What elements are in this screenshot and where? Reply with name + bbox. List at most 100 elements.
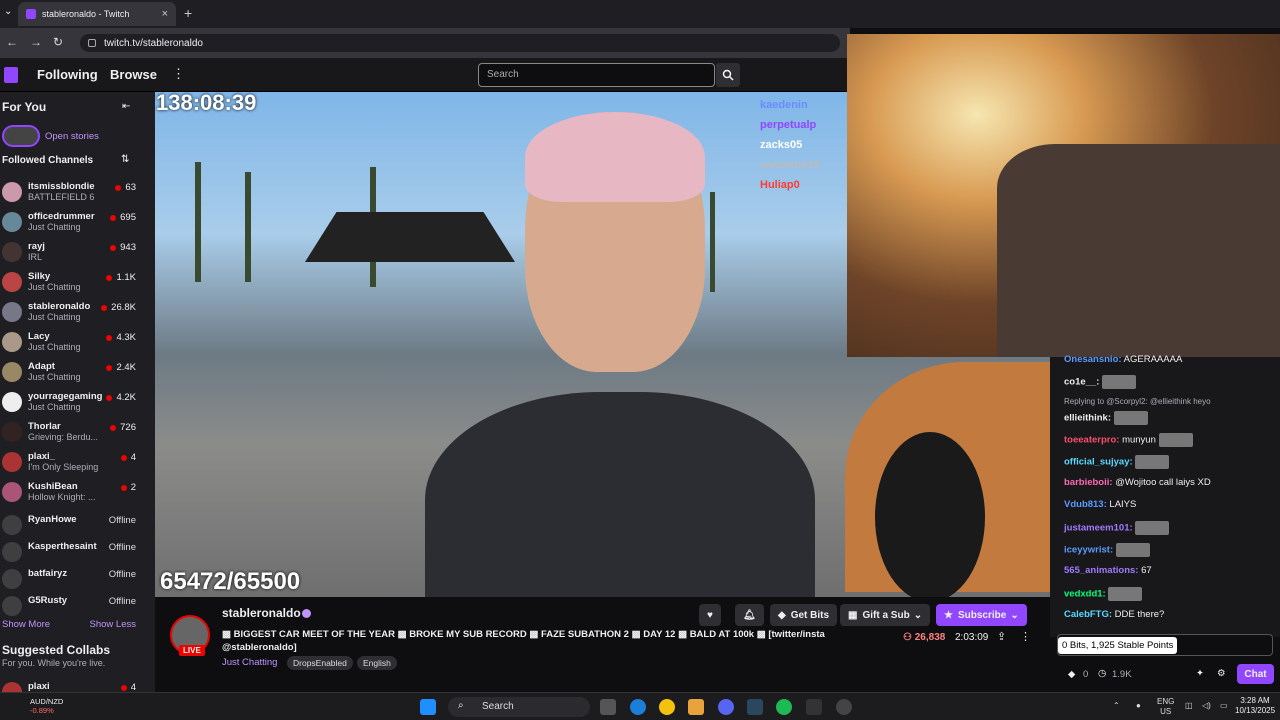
taskbar-search[interactable]: Search (448, 697, 590, 717)
live-dot-icon (106, 274, 113, 281)
terminal-icon[interactable] (806, 699, 822, 715)
search-input[interactable]: Search (478, 63, 715, 87)
sidebar-channel[interactable]: itsmissblondie BATTLEFIELD 6 63 (2, 180, 152, 210)
taskbar-clock[interactable]: 3:28 AM 10/13/2025 (1235, 696, 1275, 716)
steam-icon[interactable] (747, 699, 763, 715)
subscribe-button[interactable]: ★ Subscribe ⌄ (936, 604, 1027, 626)
sidebar-channel[interactable]: yourragegaming Just Chatting 4.2K (2, 390, 152, 420)
viewer-count: 1.1K (106, 272, 136, 283)
sidebar-channel[interactable]: stableronaldo Just Chatting 26.8K (2, 300, 152, 330)
show-more-less: Show More Show Less (2, 619, 136, 630)
site-info-icon[interactable] (88, 39, 96, 47)
sidebar-channel[interactable]: Thorlar Grieving: Berdu... 726 (2, 420, 152, 450)
network-icon[interactable]: ◫ (1185, 701, 1193, 710)
avatar (2, 332, 22, 352)
gift-sub-button[interactable]: ▦ Gift a Sub ⌄ (840, 604, 931, 626)
share-icon[interactable]: ⇪ (997, 630, 1006, 643)
show-more-link[interactable]: Show More (2, 619, 50, 630)
avatar (2, 452, 22, 472)
sidebar-channel[interactable]: plaxi_ I'm Only Sleeping 4 (2, 450, 152, 480)
edge-icon[interactable] (630, 699, 646, 715)
show-less-link[interactable]: Show Less (90, 619, 136, 630)
avatar (2, 515, 22, 535)
sort-icon[interactable]: ⇅ (121, 154, 129, 165)
sidebar-channel-offline[interactable]: batfairyz Offline (2, 567, 152, 597)
volume-icon[interactable]: ◁) (1202, 701, 1211, 710)
open-stories[interactable]: Open stories (2, 125, 99, 147)
viewer-count: 695 (110, 212, 136, 223)
channel-game: Just Chatting (28, 222, 81, 232)
channel-points-icon[interactable]: ◷ (1098, 668, 1106, 679)
channel-name: RyanHowe (28, 514, 77, 525)
sidebar-header: For You (2, 100, 47, 114)
suggested-channel[interactable]: plaxi 4 (2, 680, 152, 692)
channel-name: KushiBean (28, 481, 78, 492)
task-view-icon[interactable] (600, 699, 616, 715)
live-dot-icon (110, 244, 117, 251)
chat-settings-icon[interactable]: ⚙ (1217, 668, 1226, 679)
viewer-count: 26.8K (101, 302, 136, 313)
spotify-icon[interactable] (776, 699, 792, 715)
viewer-count: 4.3K (106, 332, 136, 343)
microphone-icon[interactable]: ● (1136, 701, 1141, 710)
back-icon[interactable]: ← (6, 35, 18, 49)
chevron-down-icon: ⌄ (1010, 609, 1019, 621)
sidebar-channel[interactable]: rayj IRL 943 (2, 240, 152, 270)
sidebar-channel-offline[interactable]: Kasperthesaint Offline (2, 540, 152, 570)
drops-icon[interactable]: ✦ (1196, 668, 1204, 679)
following-link[interactable]: Following (37, 67, 98, 82)
tray-overflow-icon[interactable]: ⌃ (1113, 701, 1120, 710)
notification-button[interactable]: 🔔︎ (735, 604, 764, 626)
gift-icon: ▦ (848, 609, 858, 621)
bits-count: 0 (1083, 669, 1089, 680)
followed-channels-header: Followed Channels (2, 155, 94, 166)
discord-icon[interactable] (718, 699, 734, 715)
chrome-icon[interactable] (659, 699, 675, 715)
subathon-timer: 138:08:39 (156, 90, 257, 115)
reload-icon[interactable]: ↻ (53, 35, 63, 49)
more-icon[interactable]: ⋮ (172, 66, 185, 82)
tab-menu-icon[interactable]: ⌄ (4, 6, 12, 17)
forward-icon[interactable]: → (30, 35, 42, 49)
channel-game: IRL (28, 252, 43, 262)
category-link[interactable]: Just Chatting (222, 657, 277, 668)
language-indicator[interactable]: ENG US (1157, 697, 1174, 717)
live-dot-icon (120, 454, 127, 461)
streamer-name[interactable]: stableronaldo (222, 606, 301, 620)
search-button[interactable] (716, 63, 740, 87)
bits-icon[interactable]: ◆ (1068, 669, 1075, 680)
browse-link[interactable]: Browse (110, 67, 157, 82)
points-count[interactable]: 1.9K (1112, 669, 1132, 680)
tag[interactable]: English (357, 656, 397, 670)
windows-start-icon[interactable] (420, 699, 436, 715)
sidebar-channel-offline[interactable]: RyanHowe Offline (2, 513, 152, 543)
channel-name: G5Rusty (28, 595, 68, 606)
get-bits-button[interactable]: ◆ Get Bits (770, 604, 838, 626)
avatar (2, 682, 22, 692)
collapse-sidebar-icon[interactable]: ⇤ (122, 101, 130, 112)
sidebar-channel[interactable]: officedrummer Just Chatting 695 (2, 210, 152, 240)
more-options-icon[interactable]: ⋮ (1020, 630, 1031, 643)
battery-icon[interactable]: ▭ (1220, 701, 1228, 710)
avatar (2, 272, 22, 292)
sidebar-channel[interactable]: Silky Just Chatting 1.1K (2, 270, 152, 300)
twitch-logo-icon[interactable] (4, 67, 18, 83)
obs-icon[interactable] (836, 699, 852, 715)
url-field[interactable]: twitch.tv/stableronaldo (80, 34, 840, 52)
emote-icon (1113, 411, 1148, 425)
search-icon: ⌕ (458, 700, 464, 711)
tag[interactable]: DropsEnabled (287, 656, 353, 670)
stock-ticker[interactable]: AUD/NZD -0.89% (30, 697, 63, 715)
file-explorer-icon[interactable] (688, 699, 704, 715)
chat-send-button[interactable]: Chat (1237, 664, 1274, 684)
follow-heart-button[interactable]: ♥ (699, 604, 721, 626)
sidebar-channel[interactable]: Adapt Just Chatting 2.4K (2, 360, 152, 390)
new-tab-button[interactable]: + (184, 5, 192, 21)
tab-close-icon[interactable]: × (162, 8, 168, 20)
channel-name: Lacy (28, 331, 50, 342)
sidebar-channel[interactable]: Lacy Just Chatting 4.3K (2, 330, 152, 360)
stream-uptime: 2:03:09 (955, 632, 989, 643)
browser-tab[interactable]: stableronaldo - Twitch × (18, 2, 176, 26)
sidebar-channel[interactable]: KushiBean Hollow Knight: ... 2 (2, 480, 152, 510)
emote-icon (1135, 455, 1170, 469)
